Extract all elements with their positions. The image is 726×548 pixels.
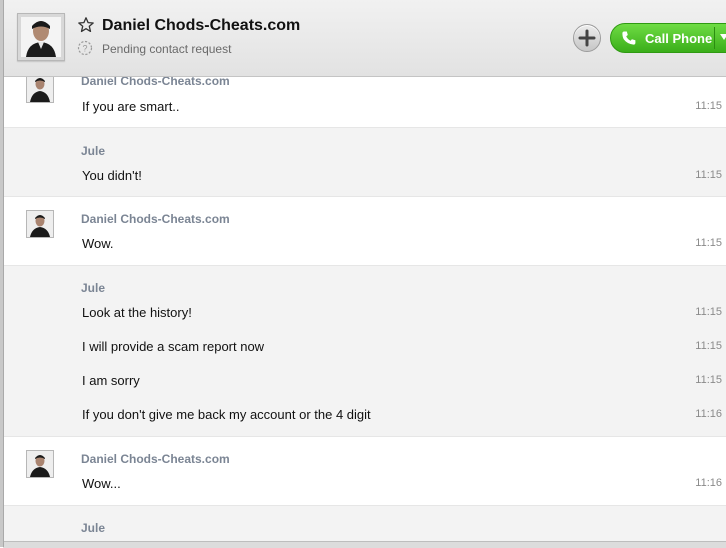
- call-phone-button[interactable]: Call Phone: [610, 23, 726, 53]
- avatar[interactable]: [26, 76, 54, 103]
- call-divider: [714, 27, 715, 49]
- message-text: If you don't give me back my account or …: [82, 407, 371, 422]
- message-group: Jule Look at the history! 11:15 I will p…: [3, 266, 726, 437]
- message-text: I will provide a scam report now: [82, 339, 265, 354]
- message-group: Daniel Chods-Cheats.com Wow. 11:15: [3, 197, 726, 266]
- message-group: Jule You didn't! 11:15: [3, 128, 726, 197]
- sender-name: Jule: [81, 144, 106, 158]
- contact-status: Pending contact request: [102, 42, 232, 56]
- message-text: You didn't!: [82, 168, 142, 183]
- message-text: Look at the history!: [82, 305, 192, 320]
- message-text: Wow...: [82, 476, 121, 491]
- sender-name: Daniel Chods-Cheats.com: [81, 452, 230, 466]
- message-time: 11:15: [695, 237, 722, 249]
- chat-transcript[interactable]: Daniel Chods-Cheats.com If you are smart…: [3, 74, 726, 546]
- star-icon[interactable]: [77, 16, 95, 34]
- plus-icon: [578, 29, 596, 47]
- message-time: 11:15: [695, 306, 722, 318]
- message-group: Daniel Chods-Cheats.com Wow... 11:16: [3, 437, 726, 506]
- message-time: 11:16: [695, 408, 722, 420]
- message-time: 11:15: [695, 169, 722, 181]
- sender-name: Daniel Chods-Cheats.com: [81, 212, 230, 226]
- contact-avatar[interactable]: [17, 13, 65, 61]
- message-group: Jule: [3, 506, 726, 546]
- avatar[interactable]: [26, 450, 54, 478]
- avatar[interactable]: [26, 210, 54, 238]
- add-button[interactable]: [573, 24, 601, 52]
- message-text: I am sorry: [82, 373, 140, 388]
- message-time: 11:15: [695, 340, 722, 352]
- window-frame-left: [0, 0, 4, 547]
- phone-icon: [622, 31, 636, 45]
- message-group: Daniel Chods-Cheats.com If you are smart…: [3, 74, 726, 128]
- conversation-header: Daniel Chods-Cheats.com ? Pending contac…: [3, 0, 726, 77]
- sender-name: Jule: [81, 521, 106, 535]
- message-time: 11:16: [695, 477, 722, 489]
- chevron-down-icon[interactable]: [720, 34, 726, 40]
- message-time: 11:15: [695, 100, 722, 112]
- contact-name: Daniel Chods-Cheats.com: [102, 17, 301, 34]
- sender-name: Jule: [81, 281, 106, 295]
- call-phone-label: Call Phone: [645, 31, 713, 46]
- message-text: Wow.: [82, 236, 114, 251]
- svg-text:?: ?: [82, 44, 87, 54]
- message-text: If you are smart..: [82, 99, 180, 114]
- message-time: 11:15: [695, 374, 722, 386]
- pending-icon: ?: [77, 40, 93, 56]
